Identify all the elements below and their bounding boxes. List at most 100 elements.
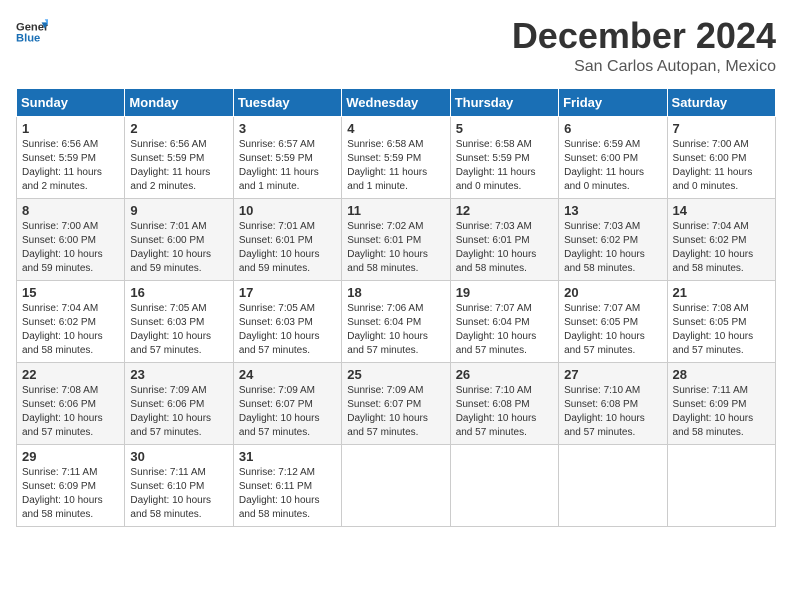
day-info: Sunrise: 7:09 AMSunset: 6:06 PMDaylight:… <box>130 384 227 440</box>
day-info: Sunrise: 7:08 AMSunset: 6:05 PMDaylight:… <box>673 302 770 358</box>
day-info: Sunrise: 7:05 AMSunset: 6:03 PMDaylight:… <box>239 302 336 358</box>
day-number: 27 <box>564 367 661 382</box>
calendar-day-cell: 4 Sunrise: 6:58 AMSunset: 5:59 PMDaylight… <box>342 116 450 198</box>
calendar-day-cell: 2 Sunrise: 6:56 AMSunset: 5:59 PMDaylight… <box>125 116 233 198</box>
calendar-day-cell: 8Sunrise: 7:00 AMSunset: 6:00 PMDaylight… <box>17 198 125 280</box>
calendar-day-cell: 28 Sunrise: 7:11 AMSunset: 6:09 PMDayligh… <box>667 362 775 444</box>
col-friday: Friday <box>559 88 667 116</box>
calendar-day-cell: 26 Sunrise: 7:10 AMSunset: 6:08 PMDayligh… <box>450 362 558 444</box>
calendar-day-cell: 22Sunrise: 7:08 AMSunset: 6:06 PMDayligh… <box>17 362 125 444</box>
calendar-day-cell: 15 Sunrise: 7:04 AMSunset: 6:02 PMDayligh… <box>17 280 125 362</box>
day-info: Sunrise: 7:00 AMSunset: 6:00 PMDaylight:… <box>673 138 770 194</box>
calendar-day-cell: 19 Sunrise: 7:07 AMSunset: 6:04 PMDayligh… <box>450 280 558 362</box>
day-number: 19 <box>456 285 553 300</box>
day-info: Sunrise: 6:56 AMSunset: 5:59 PMDaylight:… <box>22 138 119 194</box>
col-tuesday: Tuesday <box>233 88 341 116</box>
calendar-week-row: 15 Sunrise: 7:04 AMSunset: 6:02 PMDayligh… <box>17 280 776 362</box>
day-number: 4 <box>347 121 444 136</box>
day-number: 14 <box>673 203 770 218</box>
day-info: Sunrise: 7:03 AMSunset: 6:01 PMDaylight:… <box>456 220 553 276</box>
calendar-day-cell: 29Sunrise: 7:11 AMSunset: 6:09 PMDayligh… <box>17 444 125 526</box>
day-number: 2 <box>130 121 227 136</box>
day-info: Sunrise: 7:10 AMSunset: 6:08 PMDaylight:… <box>456 384 553 440</box>
day-number: 3 <box>239 121 336 136</box>
calendar-day-cell: 17 Sunrise: 7:05 AMSunset: 6:03 PMDayligh… <box>233 280 341 362</box>
calendar-day-cell: 31Sunrise: 7:12 AMSunset: 6:11 PMDayligh… <box>233 444 341 526</box>
day-number: 8 <box>22 203 119 218</box>
logo: General Blue <box>16 16 48 48</box>
col-thursday: Thursday <box>450 88 558 116</box>
calendar-day-cell: 20Sunrise: 7:07 AMSunset: 6:05 PMDayligh… <box>559 280 667 362</box>
day-info: Sunrise: 7:04 AMSunset: 6:02 PMDaylight:… <box>673 220 770 276</box>
day-number: 12 <box>456 203 553 218</box>
month-title: December 2024 <box>512 16 776 56</box>
calendar-header-row: Sunday Monday Tuesday Wednesday Thursday… <box>17 88 776 116</box>
calendar-day-cell: 7 Sunrise: 7:00 AMSunset: 6:00 PMDaylight… <box>667 116 775 198</box>
day-number: 13 <box>564 203 661 218</box>
col-monday: Monday <box>125 88 233 116</box>
col-wednesday: Wednesday <box>342 88 450 116</box>
day-info: Sunrise: 7:01 AMSunset: 6:01 PMDaylight:… <box>239 220 336 276</box>
day-info: Sunrise: 6:57 AMSunset: 5:59 PMDaylight:… <box>239 138 336 194</box>
calendar-day-cell: 3 Sunrise: 6:57 AMSunset: 5:59 PMDaylight… <box>233 116 341 198</box>
calendar-week-row: 29Sunrise: 7:11 AMSunset: 6:09 PMDayligh… <box>17 444 776 526</box>
day-number: 28 <box>673 367 770 382</box>
day-info: Sunrise: 6:58 AMSunset: 5:59 PMDaylight:… <box>456 138 553 194</box>
col-sunday: Sunday <box>17 88 125 116</box>
day-number: 5 <box>456 121 553 136</box>
day-info: Sunrise: 7:07 AMSunset: 6:05 PMDaylight:… <box>564 302 661 358</box>
day-info: Sunrise: 7:09 AMSunset: 6:07 PMDaylight:… <box>239 384 336 440</box>
day-number: 7 <box>673 121 770 136</box>
calendar-day-cell: 5 Sunrise: 6:58 AMSunset: 5:59 PMDaylight… <box>450 116 558 198</box>
calendar-day-cell: 12 Sunrise: 7:03 AMSunset: 6:01 PMDayligh… <box>450 198 558 280</box>
logo-icon: General Blue <box>16 16 48 48</box>
day-info: Sunrise: 7:02 AMSunset: 6:01 PMDaylight:… <box>347 220 444 276</box>
day-number: 26 <box>456 367 553 382</box>
calendar-day-cell: 9Sunrise: 7:01 AMSunset: 6:00 PMDaylight… <box>125 198 233 280</box>
calendar-day-cell <box>667 444 775 526</box>
day-number: 15 <box>22 285 119 300</box>
day-number: 23 <box>130 367 227 382</box>
calendar-day-cell: 21 Sunrise: 7:08 AMSunset: 6:05 PMDayligh… <box>667 280 775 362</box>
calendar-day-cell: 10 Sunrise: 7:01 AMSunset: 6:01 PMDayligh… <box>233 198 341 280</box>
day-info: Sunrise: 7:11 AMSunset: 6:09 PMDaylight:… <box>22 466 119 522</box>
calendar-week-row: 8Sunrise: 7:00 AMSunset: 6:00 PMDaylight… <box>17 198 776 280</box>
day-info: Sunrise: 7:03 AMSunset: 6:02 PMDaylight:… <box>564 220 661 276</box>
calendar-day-cell <box>559 444 667 526</box>
calendar-week-row: 22Sunrise: 7:08 AMSunset: 6:06 PMDayligh… <box>17 362 776 444</box>
location-title: San Carlos Autopan, Mexico <box>512 58 776 76</box>
day-info: Sunrise: 7:10 AMSunset: 6:08 PMDaylight:… <box>564 384 661 440</box>
day-number: 10 <box>239 203 336 218</box>
day-info: Sunrise: 7:11 AMSunset: 6:09 PMDaylight:… <box>673 384 770 440</box>
day-number: 24 <box>239 367 336 382</box>
calendar-day-cell: 11 Sunrise: 7:02 AMSunset: 6:01 PMDayligh… <box>342 198 450 280</box>
day-number: 18 <box>347 285 444 300</box>
day-info: Sunrise: 7:06 AMSunset: 6:04 PMDaylight:… <box>347 302 444 358</box>
day-info: Sunrise: 6:56 AMSunset: 5:59 PMDaylight:… <box>130 138 227 194</box>
calendar-day-cell: 18 Sunrise: 7:06 AMSunset: 6:04 PMDayligh… <box>342 280 450 362</box>
calendar-day-cell: 14 Sunrise: 7:04 AMSunset: 6:02 PMDayligh… <box>667 198 775 280</box>
col-saturday: Saturday <box>667 88 775 116</box>
day-info: Sunrise: 7:07 AMSunset: 6:04 PMDaylight:… <box>456 302 553 358</box>
day-info: Sunrise: 7:01 AMSunset: 6:00 PMDaylight:… <box>130 220 227 276</box>
calendar-day-cell: 13 Sunrise: 7:03 AMSunset: 6:02 PMDayligh… <box>559 198 667 280</box>
day-info: Sunrise: 7:08 AMSunset: 6:06 PMDaylight:… <box>22 384 119 440</box>
calendar-day-cell: 24 Sunrise: 7:09 AMSunset: 6:07 PMDayligh… <box>233 362 341 444</box>
day-number: 25 <box>347 367 444 382</box>
day-number: 21 <box>673 285 770 300</box>
day-number: 1 <box>22 121 119 136</box>
day-info: Sunrise: 7:11 AMSunset: 6:10 PMDaylight:… <box>130 466 227 522</box>
day-info: Sunrise: 7:09 AMSunset: 6:07 PMDaylight:… <box>347 384 444 440</box>
day-number: 30 <box>130 449 227 464</box>
calendar-day-cell: 6Sunrise: 6:59 AMSunset: 6:00 PMDaylight… <box>559 116 667 198</box>
day-info: Sunrise: 7:04 AMSunset: 6:02 PMDaylight:… <box>22 302 119 358</box>
day-number: 16 <box>130 285 227 300</box>
day-number: 11 <box>347 203 444 218</box>
day-info: Sunrise: 7:05 AMSunset: 6:03 PMDaylight:… <box>130 302 227 358</box>
day-number: 17 <box>239 285 336 300</box>
day-info: Sunrise: 6:58 AMSunset: 5:59 PMDaylight:… <box>347 138 444 194</box>
page-header: General Blue December 2024 San Carlos Au… <box>16 16 776 76</box>
calendar-day-cell: 1 Sunrise: 6:56 AMSunset: 5:59 PMDaylight… <box>17 116 125 198</box>
day-info: Sunrise: 7:12 AMSunset: 6:11 PMDaylight:… <box>239 466 336 522</box>
calendar-day-cell: 25 Sunrise: 7:09 AMSunset: 6:07 PMDayligh… <box>342 362 450 444</box>
